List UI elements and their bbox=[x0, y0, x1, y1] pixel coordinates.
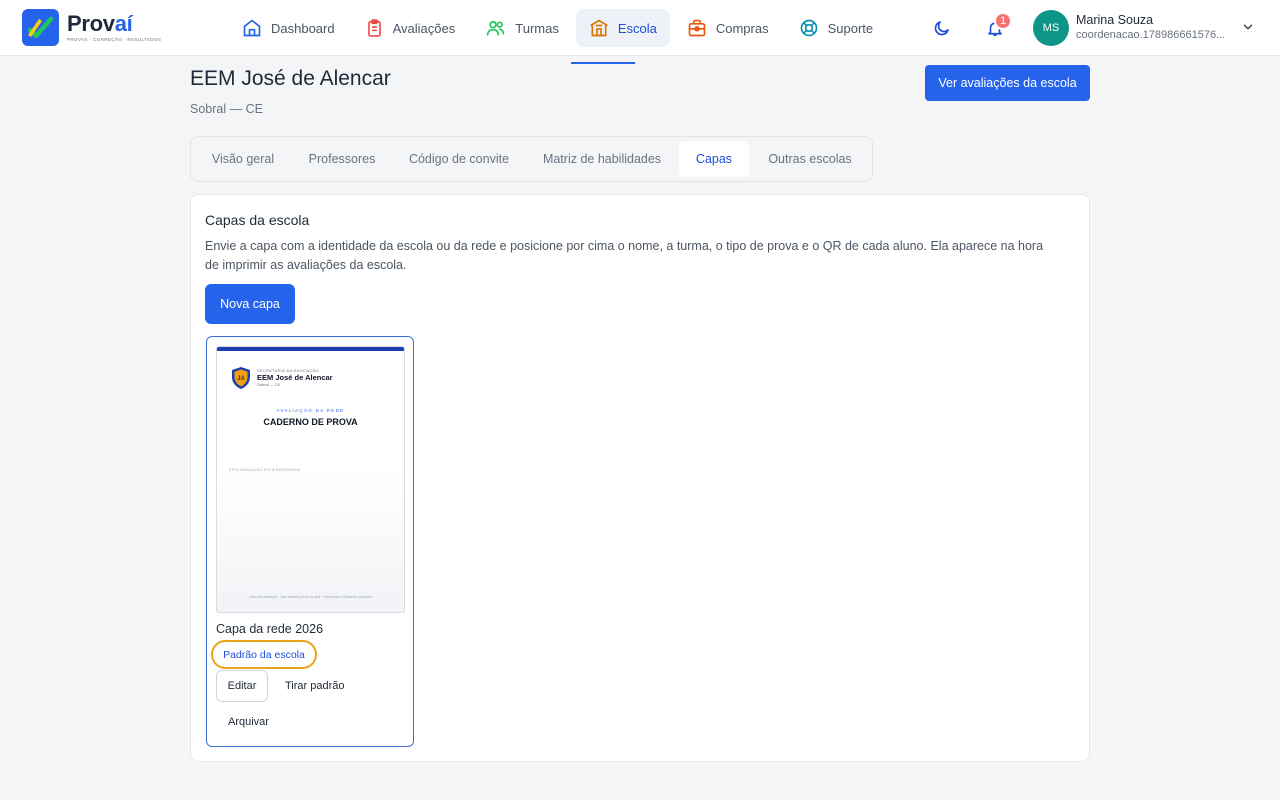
tab-capas[interactable]: Capas bbox=[679, 141, 749, 177]
clipboard-icon bbox=[367, 19, 381, 37]
preview-footer: Leia com atenção · Use caneta preta ou a… bbox=[248, 595, 373, 599]
nav-item-compras[interactable]: Compras bbox=[674, 9, 782, 47]
chevron-down-icon[interactable] bbox=[1241, 20, 1255, 34]
tab-professores[interactable]: Professores bbox=[295, 141, 389, 177]
nav-item-suporte[interactable]: Suporte bbox=[786, 9, 887, 47]
tab-matriz-de-habilidades[interactable]: Matriz de habilidades bbox=[529, 141, 675, 177]
nav-label-turmas: Turmas bbox=[515, 20, 559, 36]
school-icon bbox=[590, 19, 608, 37]
lifebuoy-icon bbox=[800, 19, 817, 37]
theme-toggle-button[interactable] bbox=[931, 17, 953, 39]
edit-cover-button[interactable]: Editar bbox=[216, 670, 268, 702]
main-nav: Dashboard Avaliações Turmas Escola Compr… bbox=[229, 9, 890, 47]
cover-name: Capa da rede 2026 bbox=[216, 622, 324, 636]
logo-wordmark: Provaí bbox=[67, 13, 161, 35]
nav-item-dashboard[interactable]: Dashboard bbox=[229, 9, 348, 47]
tab-outras-escolas[interactable]: Outras escolas bbox=[753, 141, 867, 177]
covers-panel: Capas da escola Envie a capa com a ident… bbox=[190, 194, 1090, 762]
school-shield-icon: JA bbox=[232, 367, 250, 389]
logo-word-accent: aí bbox=[114, 11, 133, 36]
preview-field-label: ESTA AVALIAÇÃO ESTÁ RESERVADA bbox=[229, 468, 301, 472]
page-subtitle: Sobral — CE bbox=[190, 102, 263, 116]
logo-tagline: PROVAS · CORREÇÃO · RESULTADOS bbox=[67, 37, 162, 42]
nav-item-escola[interactable]: Escola bbox=[575, 9, 670, 47]
preview-school-name: EEM José de Alencar bbox=[257, 373, 333, 382]
tab-codigo-de-convite[interactable]: Código de convite bbox=[393, 141, 525, 177]
top-bar: Provaí PROVAS · CORREÇÃO · RESULTADOS Da… bbox=[0, 0, 1280, 56]
logo-word-main: Prov bbox=[67, 11, 115, 36]
nav-label-compras: Compras bbox=[715, 20, 769, 36]
logo[interactable]: Provaí PROVAS · CORREÇÃO · RESULTADOS bbox=[22, 9, 161, 46]
home-icon bbox=[243, 19, 261, 37]
preview-city: Sobral — CE bbox=[257, 382, 281, 387]
nav-label-escola: Escola bbox=[617, 20, 657, 36]
preview-kicker: AVALIAÇÃO DA REDE bbox=[276, 408, 345, 413]
covers-title: Capas da escola bbox=[205, 212, 310, 228]
archive-cover-button[interactable]: Arquivar bbox=[220, 706, 277, 738]
shopping-bag-icon bbox=[688, 19, 706, 37]
cover-preview[interactable]: JA SECRETARIA DA EDUCAÇÃO EEM José de Al… bbox=[216, 346, 405, 613]
nav-label-avaliacoes: Avaliações bbox=[392, 20, 456, 36]
users-icon bbox=[487, 20, 505, 36]
moon-icon bbox=[934, 21, 949, 36]
avatar[interactable]: MS bbox=[1033, 10, 1069, 46]
nav-item-avaliacoes[interactable]: Avaliações bbox=[352, 9, 469, 47]
logo-mark-icon bbox=[22, 9, 59, 46]
cover-card: JA SECRETARIA DA EDUCAÇÃO EEM José de Al… bbox=[206, 336, 414, 747]
page-title: EEM José de Alencar bbox=[190, 67, 391, 90]
user-email: coordenacao.178986661576... bbox=[1076, 29, 1226, 41]
view-school-assessments-button[interactable]: Ver avaliações da escola bbox=[925, 65, 1090, 101]
covers-description: Envie a capa com a identidade da escola … bbox=[205, 239, 1044, 272]
unset-default-button[interactable]: Tirar padrão bbox=[277, 670, 353, 702]
active-nav-indicator bbox=[571, 62, 635, 64]
new-cover-button[interactable]: Nova capa bbox=[205, 284, 295, 324]
tab-visao-geral[interactable]: Visão geral bbox=[195, 141, 291, 177]
default-cover-badge: Padrão da escola bbox=[211, 640, 317, 669]
notification-count-badge: 1 bbox=[994, 12, 1012, 30]
nav-label-suporte: Suporte bbox=[827, 20, 874, 36]
nav-item-turmas[interactable]: Turmas bbox=[472, 9, 572, 47]
nav-label-dashboard: Dashboard bbox=[271, 20, 335, 36]
cover-preview-top-bar bbox=[217, 347, 404, 351]
preview-title: CADERNO DE PROVA bbox=[263, 417, 358, 427]
user-name[interactable]: Marina Souza bbox=[1076, 13, 1153, 27]
school-tabs: Visão geral Professores Código de convit… bbox=[190, 136, 873, 182]
shield-initials: JA bbox=[237, 376, 245, 382]
